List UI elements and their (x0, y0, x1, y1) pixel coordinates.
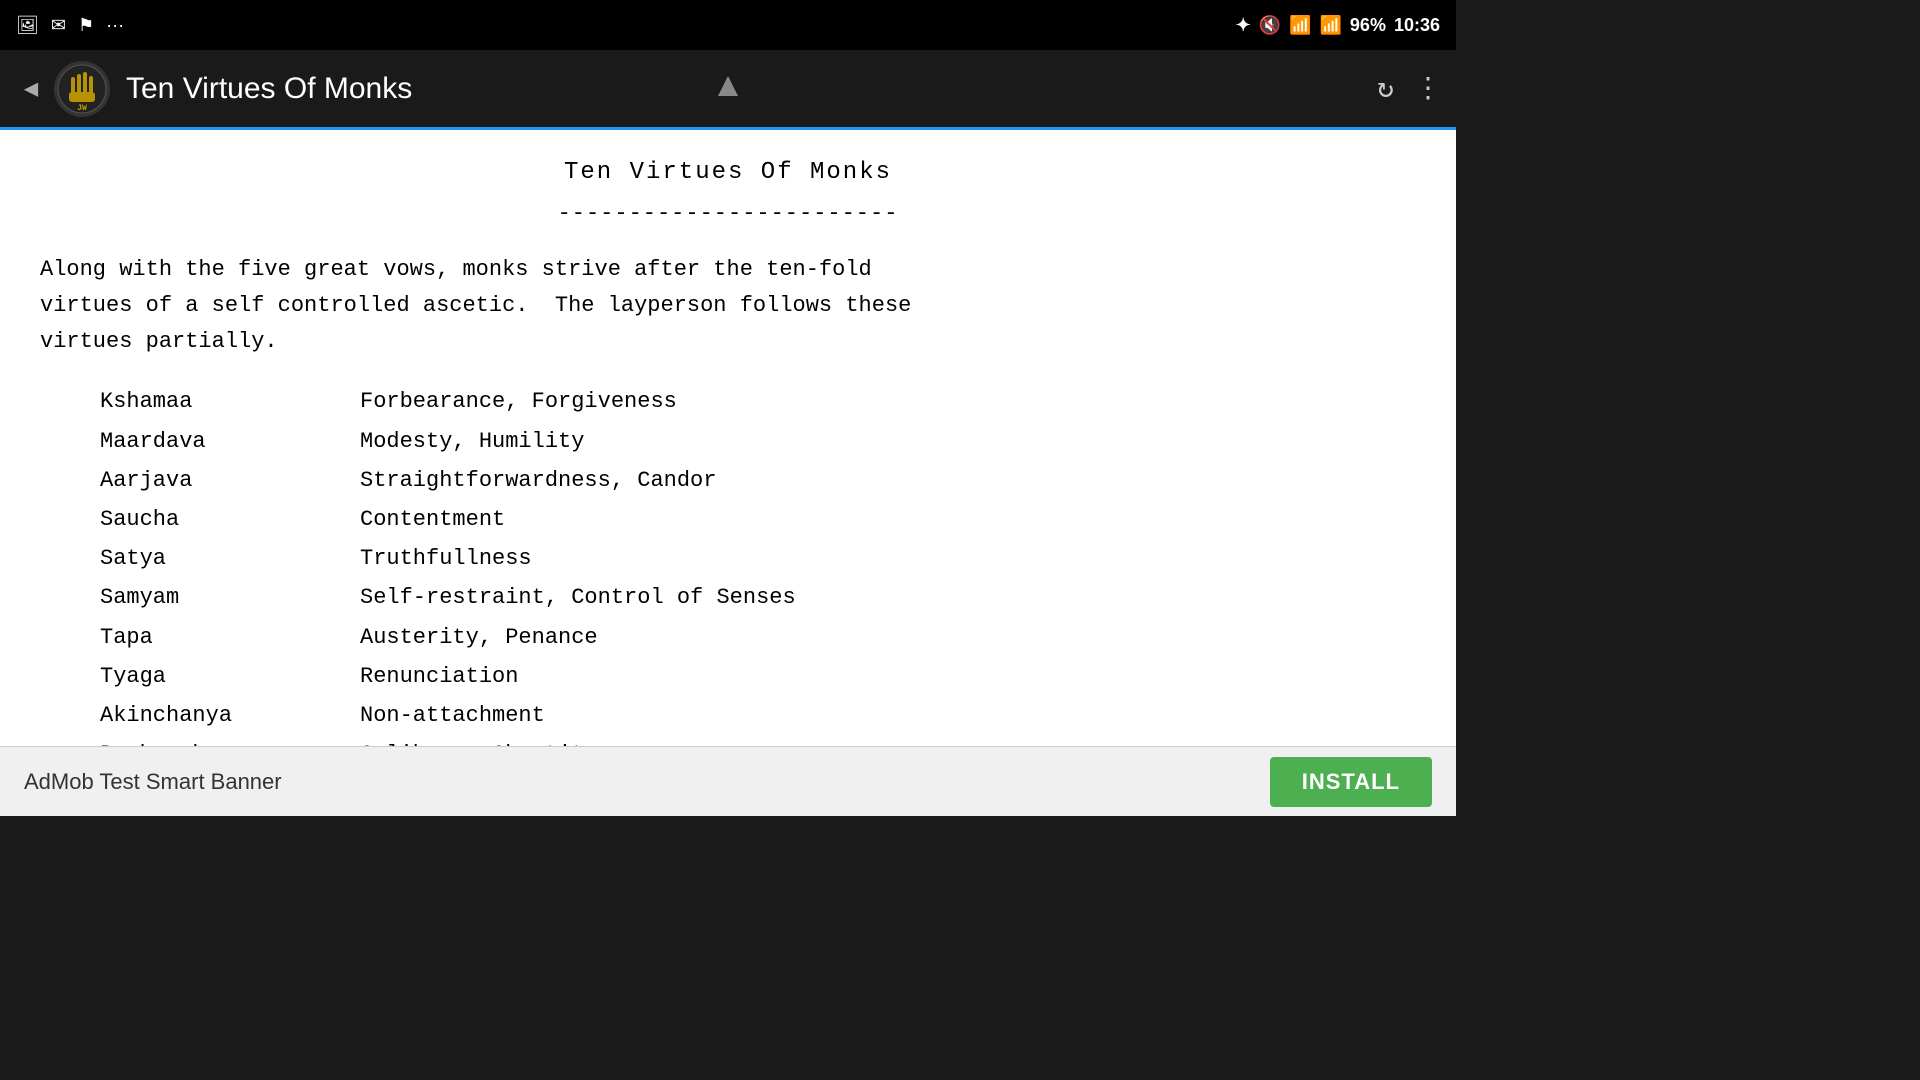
svg-text:JW: JW (77, 104, 87, 113)
virtue-meaning: Straightforwardness, Candor (360, 463, 716, 498)
wifi-icon: 📶 (1289, 15, 1311, 36)
back-button[interactable]: ◀ (16, 74, 46, 104)
virtue-row: AarjavaStraightforwardness, Candor (100, 463, 1416, 498)
signal-icon: 📶 (1320, 15, 1342, 36)
app-logo: JW (54, 61, 110, 117)
virtue-row: TyagaRenunciation (100, 659, 1416, 694)
virtue-row: TapaAusterity, Penance (100, 620, 1416, 655)
virtue-name: Brahmacharya (100, 737, 360, 746)
bluetooth-icon: ✦ (1236, 15, 1251, 36)
app-bar-actions: ↻ ⋮ (1377, 71, 1440, 106)
virtue-meaning: Austerity, Penance (360, 620, 598, 655)
virtue-name: Maardava (100, 424, 360, 459)
virtue-name: Samyam (100, 580, 360, 615)
battery-level: 96% (1350, 15, 1386, 36)
virtue-meaning: Non-attachment (360, 698, 545, 733)
virtue-name: Tapa (100, 620, 360, 655)
mute-icon: 🔇 (1259, 15, 1281, 36)
virtue-row: KshamaaForbearance, Forgiveness (100, 384, 1416, 419)
virtue-row: AkinchanyaNon-attachment (100, 698, 1416, 733)
gallery-icon: 🖼 (16, 15, 39, 36)
virtue-meaning: Self-restraint, Control of Senses (360, 580, 796, 615)
virtue-meaning: Truthfullness (360, 541, 532, 576)
clock: 10:36 (1394, 15, 1440, 36)
menu-button[interactable]: ⋮ (1414, 71, 1440, 106)
content-divider: ------------------------ (40, 196, 1416, 231)
virtue-row: SamyamSelf-restraint, Control of Senses (100, 580, 1416, 615)
flag-icon: ⚑ (78, 15, 94, 36)
status-left-icons: 🖼 ✉ ⚑ ··· (16, 15, 124, 36)
virtue-meaning: Contentment (360, 502, 505, 537)
status-right-icons: ✦ 🔇 📶 📶 96% 10:36 (1236, 15, 1440, 36)
install-button[interactable]: INSTALL (1270, 757, 1432, 807)
virtue-name: Kshamaa (100, 384, 360, 419)
ad-banner: AdMob Test Smart Banner INSTALL (0, 746, 1456, 816)
virtue-row: SauchaContentment (100, 502, 1416, 537)
virtue-meaning: Renunciation (360, 659, 518, 694)
virtue-name: Akinchanya (100, 698, 360, 733)
virtue-name: Satya (100, 541, 360, 576)
virtues-list: KshamaaForbearance, ForgivenessMaardavaM… (100, 384, 1416, 746)
virtue-meaning: Forbearance, Forgiveness (360, 384, 677, 419)
app-title: Ten Virtues Of Monks (126, 72, 1377, 106)
virtue-meaning: Celibacy, Chastity (360, 737, 598, 746)
virtue-row: BrahmacharyaCelibacy, Chastity (100, 737, 1416, 746)
status-bar: 🖼 ✉ ⚑ ··· ✦ 🔇 📶 📶 96% 10:36 (0, 0, 1456, 50)
content-title: Ten Virtues Of Monks (40, 154, 1416, 192)
main-content: Ten Virtues Of Monks -------------------… (0, 130, 1456, 746)
virtue-row: MaardavaModesty, Humility (100, 424, 1416, 459)
app-bar: ◀ JW Ten Virtues Of Monks ↻ ⋮ (0, 50, 1456, 130)
virtue-name: Tyaga (100, 659, 360, 694)
virtue-row: SatyaTruthfullness (100, 541, 1416, 576)
refresh-button[interactable]: ↻ (1377, 71, 1394, 106)
content-intro: Along with the five great vows, monks st… (40, 252, 1416, 361)
virtue-meaning: Modesty, Humility (360, 424, 584, 459)
virtue-name: Saucha (100, 502, 360, 537)
app-bar-center-indicator (713, 71, 743, 106)
email-icon: ✉ (51, 15, 66, 36)
virtue-name: Aarjava (100, 463, 360, 498)
ad-text: AdMob Test Smart Banner (24, 769, 282, 795)
more-icon: ··· (106, 15, 124, 36)
